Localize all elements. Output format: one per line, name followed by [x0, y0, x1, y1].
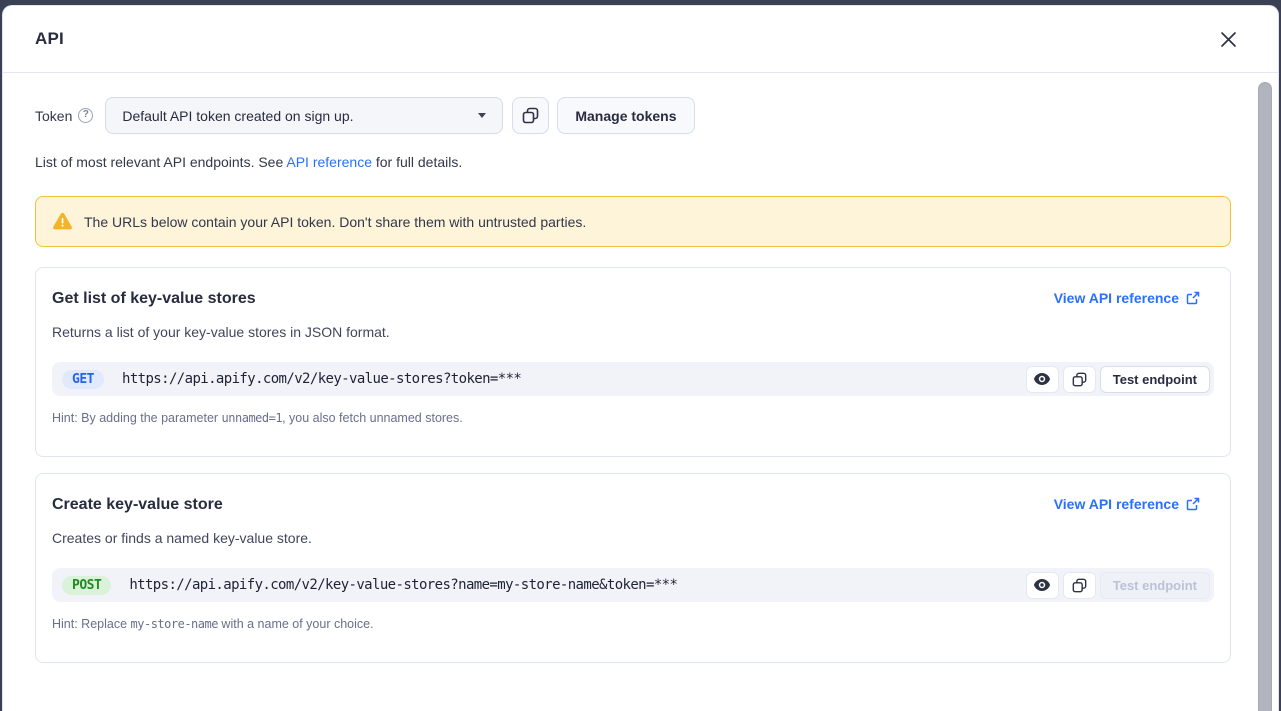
- endpoint-url: https://api.apify.com/v2/key-value-store…: [129, 577, 677, 593]
- card-title: Get list of key-value stores: [52, 290, 256, 308]
- endpoint-card-create-store: Create key-value store View API referenc…: [35, 473, 1231, 663]
- token-label: Token ?: [35, 108, 93, 124]
- api-dialog: API Token ? Default API token created on…: [2, 5, 1279, 711]
- view-api-reference-link[interactable]: View API reference: [1054, 290, 1200, 306]
- external-link-icon: [1186, 497, 1200, 511]
- copy-url-button[interactable]: [1063, 572, 1096, 599]
- eye-icon: [1033, 372, 1051, 386]
- warning-banner: The URLs below contain your API token. D…: [35, 196, 1231, 247]
- token-dropdown[interactable]: Default API token created on sign up.: [105, 97, 503, 134]
- external-link-icon: [1186, 291, 1200, 305]
- view-api-reference-link[interactable]: View API reference: [1054, 496, 1200, 512]
- copy-icon: [522, 107, 539, 124]
- test-endpoint-button[interactable]: Test endpoint: [1100, 366, 1210, 393]
- endpoint-hint: Hint: By adding the parameter unnamed=1,…: [52, 411, 1214, 425]
- manage-tokens-button[interactable]: Manage tokens: [557, 97, 694, 134]
- test-endpoint-button-disabled: Test endpoint: [1100, 572, 1210, 599]
- warning-message: The URLs below contain your API token. D…: [84, 214, 586, 230]
- help-icon[interactable]: ?: [78, 108, 93, 123]
- card-title: Create key-value store: [52, 496, 223, 514]
- dialog-header: API: [3, 6, 1278, 73]
- scrollbar-thumb[interactable]: [1258, 82, 1272, 711]
- copy-url-button[interactable]: [1063, 366, 1096, 393]
- card-description: Returns a list of your key-value stores …: [52, 324, 1214, 340]
- endpoint-url: https://api.apify.com/v2/key-value-store…: [122, 371, 521, 387]
- intro-text: List of most relevant API endpoints. See…: [35, 154, 1231, 170]
- close-icon: [1220, 31, 1237, 48]
- eye-icon: [1033, 578, 1051, 592]
- token-dropdown-value: Default API token created on sign up.: [122, 108, 353, 124]
- warning-triangle-icon: [52, 212, 73, 231]
- endpoint-url-row: POST https://api.apify.com/v2/key-value-…: [52, 568, 1214, 602]
- chevron-down-icon: [478, 113, 486, 118]
- reveal-token-button[interactable]: [1026, 572, 1059, 599]
- close-button[interactable]: [1216, 27, 1240, 51]
- scrollbar-track: [1256, 79, 1278, 711]
- endpoint-card-get-list: Get list of key-value stores View API re…: [35, 267, 1231, 457]
- token-row: Token ? Default API token created on sig…: [35, 97, 1231, 134]
- method-badge: GET: [62, 370, 104, 389]
- endpoint-hint: Hint: Replace my-store-name with a name …: [52, 617, 1214, 631]
- dialog-body: Token ? Default API token created on sig…: [3, 73, 1278, 663]
- method-badge: POST: [62, 576, 111, 595]
- card-description: Creates or finds a named key-value store…: [52, 530, 1214, 546]
- dialog-title: API: [35, 29, 64, 49]
- endpoint-url-row: GET https://api.apify.com/v2/key-value-s…: [52, 362, 1214, 396]
- copy-token-button[interactable]: [512, 97, 549, 134]
- reveal-token-button[interactable]: [1026, 366, 1059, 393]
- copy-icon: [1072, 372, 1087, 387]
- copy-icon: [1072, 578, 1087, 593]
- api-reference-link[interactable]: API reference: [286, 154, 372, 170]
